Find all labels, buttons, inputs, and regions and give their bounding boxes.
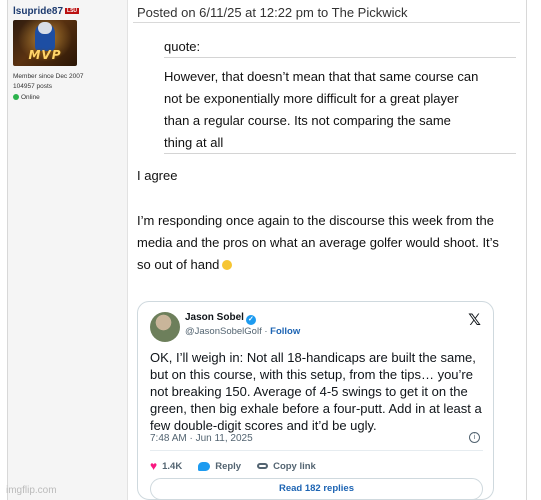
quote-line: However, that doesn’t mean that that sam… [164, 69, 479, 84]
reply-label: Reply [215, 460, 242, 472]
read-replies-button[interactable]: Read 182 replies [150, 478, 483, 500]
tweet-line: few double-digit scores and it’d be ugly… [150, 418, 377, 433]
tweet-line: OK, I’ll weigh in: Not all 18-handicaps … [150, 350, 476, 365]
link-icon [257, 463, 269, 469]
body-line: I’m responding once again to the discour… [137, 213, 494, 228]
body-line: media and the pros on what an average go… [137, 235, 499, 250]
quote-line: than a regular course. Its not comparing… [164, 113, 451, 128]
tweet-author[interactable]: Jason Sobel ✓ [185, 312, 256, 325]
copy-link-label: Copy link [273, 460, 316, 472]
tweet-avatar[interactable] [150, 312, 180, 342]
tweet-line: green, then big exhale before a four-put… [150, 401, 482, 416]
embedded-tweet[interactable]: Jason Sobel ✓ @JasonSobelGolf · Follow 𝕏 … [137, 301, 494, 500]
tweet-line: but on this course, with this setup, fro… [150, 367, 473, 382]
tweet-divider [150, 450, 483, 451]
post-agree: I agree [137, 168, 178, 183]
quote-line: thing at all [164, 135, 224, 150]
copy-link-button[interactable]: Copy link [257, 461, 316, 472]
tweet-handle-row: @JasonSobelGolf · Follow [185, 326, 300, 337]
tweet-actions: ♥ 1.4K Reply Copy link [150, 459, 332, 473]
handle-separator: · [261, 326, 271, 337]
tweet-text: OK, I’ll weigh in: Not all 18-handicaps … [150, 349, 486, 434]
quote-line: not be exponentially more difficult for … [164, 91, 459, 106]
x-logo-icon[interactable]: 𝕏 [468, 310, 481, 329]
quote-label: quote: [164, 39, 201, 54]
header-divider [133, 22, 520, 23]
watermark: imgflip.com [6, 485, 57, 496]
tweet-timestamp[interactable]: 7:48 AM · Jun 11, 2025 [150, 433, 253, 444]
verified-badge-icon: ✓ [245, 315, 256, 325]
like-count: 1.4K [162, 460, 183, 472]
tweet-line: not breaking 150. Average of 4-5 swings … [150, 384, 468, 399]
quote-block: However, that doesn’t mean that that sam… [164, 57, 516, 154]
reply-button[interactable]: Reply [198, 461, 241, 472]
laughing-emoji-icon [222, 260, 233, 270]
post-body: I’m responding once again to the discour… [137, 210, 499, 276]
like-button[interactable]: ♥ 1.4K [150, 459, 182, 473]
follow-link[interactable]: Follow [270, 326, 300, 337]
tweet-handle[interactable]: @JasonSobelGolf [185, 326, 262, 337]
info-icon[interactable]: i [469, 432, 480, 443]
body-line: so out of hand [137, 254, 499, 276]
reply-icon [198, 461, 211, 471]
post-header: Posted on 6/11/25 at 12:22 pm to The Pic… [137, 5, 408, 20]
heart-icon: ♥ [150, 459, 158, 473]
